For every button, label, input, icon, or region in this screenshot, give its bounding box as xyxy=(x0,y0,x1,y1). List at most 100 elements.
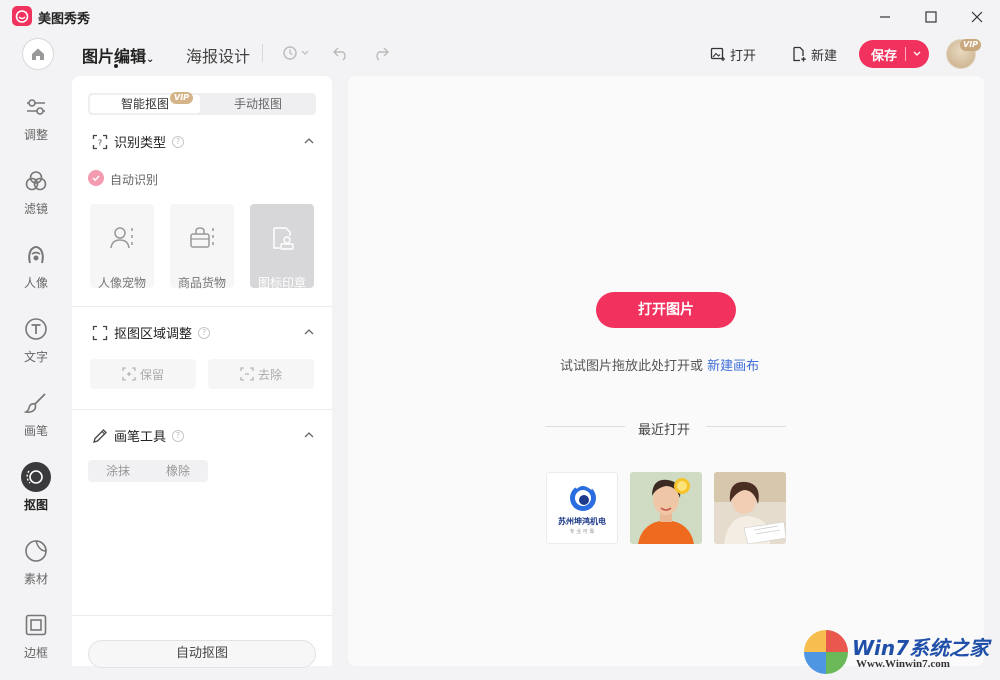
save-label: 保存 xyxy=(871,48,898,64)
type-card-icon-stamp[interactable]: 图标印章 xyxy=(250,204,314,290)
home-icon xyxy=(30,46,46,62)
section-divider xyxy=(72,306,332,307)
type-card-portrait-pet[interactable]: 人像宠物 xyxy=(90,204,154,290)
help-icon[interactable]: ? xyxy=(172,135,185,148)
text-icon xyxy=(21,314,51,344)
brush-icon xyxy=(21,388,51,418)
help-icon[interactable]: ? xyxy=(172,429,185,442)
chevron-up-icon[interactable] xyxy=(302,134,316,148)
home-button[interactable] xyxy=(22,38,54,70)
remove-icon xyxy=(240,367,254,381)
rail-item-cutout[interactable]: 抠图 xyxy=(10,462,62,522)
recent-thumbnail[interactable] xyxy=(714,472,786,544)
rail-label-adjust: 调整 xyxy=(23,128,48,142)
auto-recognize-checkbox[interactable] xyxy=(88,170,104,186)
open-file-button[interactable]: 打开 xyxy=(710,44,756,64)
close-button[interactable] xyxy=(962,6,992,28)
rail-item-frame[interactable]: 边框 xyxy=(10,610,62,670)
close-icon xyxy=(971,11,983,23)
new-file-button[interactable]: 新建 xyxy=(791,44,837,64)
pencil-icon xyxy=(92,428,108,444)
recent-thumbnail[interactable]: 苏州坤鸿机电 专 业 可 靠 xyxy=(546,472,618,544)
tab-manual-cutout[interactable]: 手动抠图 xyxy=(202,95,314,113)
rail-item-brush[interactable]: 画笔 xyxy=(10,388,62,448)
maximize-icon xyxy=(925,11,937,23)
new-file-icon xyxy=(791,46,807,62)
section-recognize-type: ? 识别类型 ? xyxy=(92,132,185,151)
toolbar-divider xyxy=(262,44,263,62)
person-scan-icon xyxy=(106,222,138,254)
chevron-up-icon[interactable] xyxy=(302,428,316,442)
svg-text:?: ? xyxy=(98,138,102,147)
history-button[interactable] xyxy=(280,42,314,64)
windows-logo-icon xyxy=(804,630,848,674)
section-region-title: 抠图区域调整 xyxy=(114,327,193,342)
brush-smear-option[interactable]: 涂抹 xyxy=(88,460,148,482)
chevron-up-icon[interactable] xyxy=(302,325,316,339)
thumbnail-subcaption: 专 业 可 靠 xyxy=(569,529,595,535)
sliders-icon xyxy=(21,92,51,122)
remove-label: 去除 xyxy=(257,367,282,382)
nav-image-edit-label: 图片编辑 xyxy=(82,47,147,66)
watermark-title: Win7系统之家 xyxy=(852,636,990,660)
keep-icon xyxy=(122,367,136,381)
help-icon[interactable]: ? xyxy=(198,326,211,339)
open-file-label: 打开 xyxy=(730,48,757,64)
type-card-label: 人像宠物 xyxy=(97,276,146,290)
minimize-icon xyxy=(879,11,891,23)
rail-label-frame: 边框 xyxy=(23,646,48,660)
crop-frame-icon xyxy=(92,325,108,341)
check-icon xyxy=(91,173,101,183)
rail-item-sticker[interactable]: 素材 xyxy=(10,536,62,596)
recognize-type-icon: ? xyxy=(92,134,108,150)
section-brush-title: 画笔工具 xyxy=(114,430,167,445)
recent-divider-left xyxy=(545,426,625,427)
section-recognize-title: 识别类型 xyxy=(114,136,167,151)
bag-scan-icon xyxy=(186,222,218,254)
section-brush-tool: 画笔工具 ? xyxy=(92,426,185,445)
chevron-down-icon: ⌄ xyxy=(146,54,155,65)
portrait-photo xyxy=(630,472,702,544)
auto-cutout-button[interactable]: 自动抠图 xyxy=(88,640,316,668)
section-region-adjust: 抠图区域调整 ? xyxy=(92,323,211,342)
cutout-icon xyxy=(21,462,51,492)
open-image-button[interactable]: 打开图片 xyxy=(596,292,736,328)
save-button[interactable]: 保存 xyxy=(859,40,929,68)
drop-hint: 试试图片拖放此处打开或 新建画布 xyxy=(560,355,759,374)
open-image-icon xyxy=(710,46,726,62)
frame-icon xyxy=(21,610,51,640)
remove-button[interactable]: 去除 xyxy=(208,359,314,389)
title-bar xyxy=(0,0,1000,34)
rail-item-text[interactable]: 文字 xyxy=(10,314,62,374)
panel-footer-divider xyxy=(72,615,332,616)
type-card-label: 商品货物 xyxy=(177,276,226,290)
vip-tag: VIP xyxy=(170,92,194,104)
drop-hint-text: 试试图片拖放此处打开或 xyxy=(560,359,704,374)
thumbnail-caption: 苏州坤鸿机电 xyxy=(558,517,606,526)
rail-item-adjust[interactable]: 调整 xyxy=(10,92,62,152)
rail-label-cutout: 抠图 xyxy=(23,498,48,512)
nav-poster-design[interactable]: 海报设计 xyxy=(186,43,250,67)
type-card-label: 图标印章 xyxy=(257,276,306,290)
undo-button[interactable] xyxy=(330,42,352,64)
minimize-button[interactable] xyxy=(870,6,900,28)
auto-recognize-label: 自动识别 xyxy=(110,173,159,187)
keep-button[interactable]: 保留 xyxy=(90,359,196,389)
redo-button[interactable] xyxy=(370,42,392,64)
keep-label: 保留 xyxy=(139,367,164,382)
undo-icon xyxy=(332,45,350,61)
rail-item-portrait[interactable]: 人像 xyxy=(10,240,62,300)
rail-label-sticker: 素材 xyxy=(23,572,48,586)
type-card-goods[interactable]: 商品货物 xyxy=(170,204,234,290)
app-title: 美图秀秀 xyxy=(38,12,91,27)
brush-erase-option[interactable]: 橡除 xyxy=(148,460,208,482)
new-canvas-link[interactable]: 新建画布 xyxy=(707,359,759,374)
vip-badge: VIP xyxy=(960,39,982,51)
save-dropdown-icon[interactable] xyxy=(906,50,928,58)
history-icon xyxy=(282,45,312,61)
sticker-icon xyxy=(21,536,51,566)
nav-image-edit[interactable]: 图片编辑⌄ xyxy=(82,43,154,67)
maximize-button[interactable] xyxy=(916,6,946,28)
recent-thumbnail[interactable] xyxy=(630,472,702,544)
rail-item-filter[interactable]: 滤镜 xyxy=(10,166,62,226)
